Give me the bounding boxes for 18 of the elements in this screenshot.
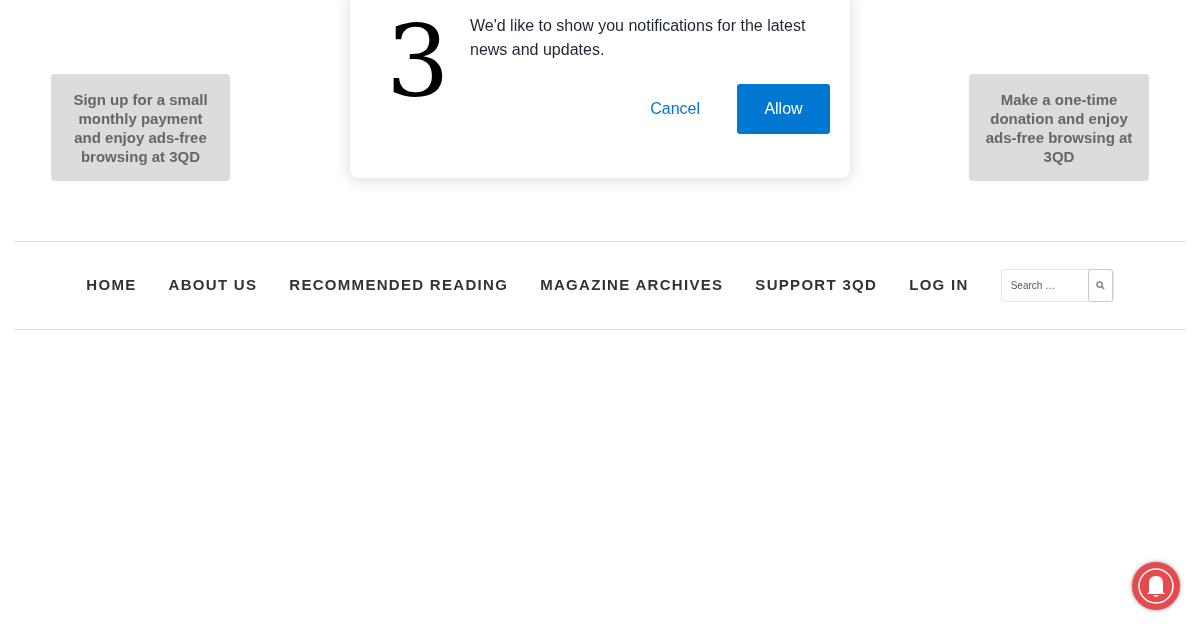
search-button[interactable] (1087, 269, 1113, 302)
nav-link[interactable]: MAGAZINE ARCHIVES (540, 274, 724, 297)
search-icon (1095, 281, 1105, 290)
promo-button[interactable]: Sign up for a small monthly payment and enjoy ads-free browsing at 3QD (51, 74, 230, 181)
bell-icon (1137, 567, 1175, 605)
search-input[interactable]: Search … (1001, 270, 1088, 301)
cancel-button[interactable]: Cancel (650, 84, 700, 134)
search-field[interactable]: Search … (1000, 269, 1114, 302)
allow-button[interactable]: Allow (737, 84, 830, 134)
logo: 3 (386, 12, 446, 122)
nav-link[interactable]: ABOUT US (168, 274, 258, 297)
nav-link[interactable]: HOME (86, 274, 137, 297)
promo-button[interactable]: Make a one-time donation and enjoy ads-free browsing at 3QD (969, 74, 1149, 181)
nav-link[interactable]: SUPPORT 3QD (755, 274, 878, 297)
prompt-message: We'd like to show you notifications for the latest news and updates. (470, 16, 807, 60)
nav-link[interactable]: RECOMMENDED READING (289, 274, 509, 297)
nav-link[interactable]: LOG IN (909, 274, 969, 297)
notification-bell-button[interactable] (1132, 562, 1180, 610)
